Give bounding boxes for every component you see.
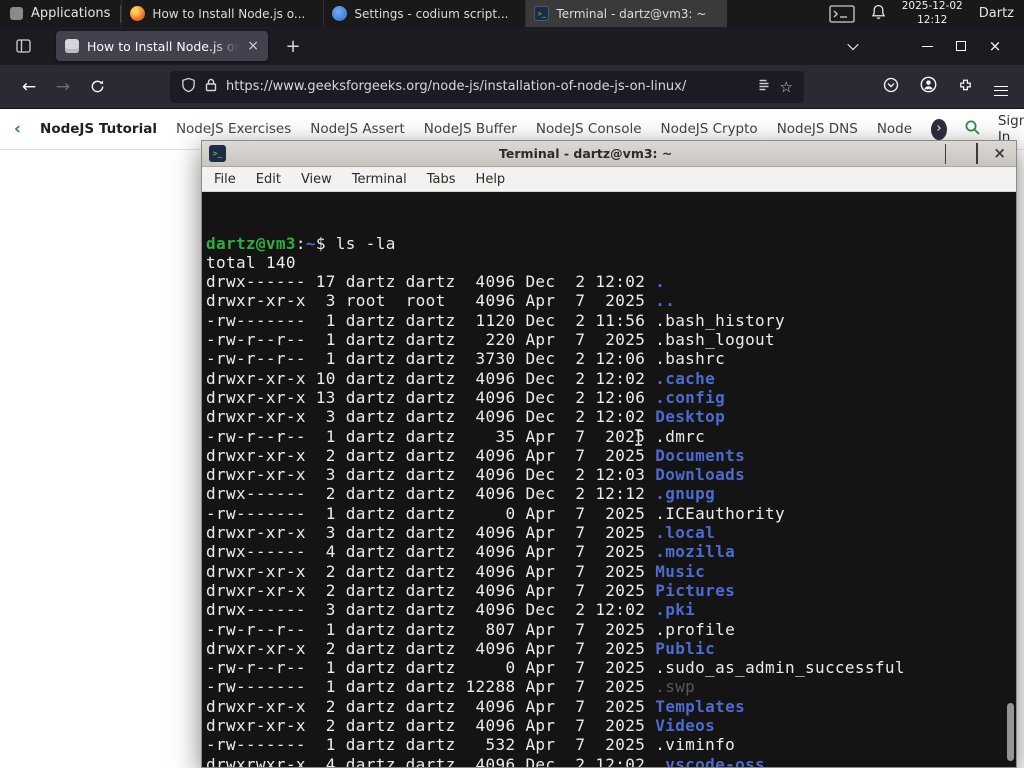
url-text: https://www.geeksforgeeks.org/node-js/in… <box>226 79 687 94</box>
browser-tab[interactable]: How to Install Node.js on × <box>56 31 268 61</box>
terminal-body[interactable]: dartz@vm3:~$ ls -la total 140 drwx------ 1… <box>202 192 1016 767</box>
vscodium-icon <box>332 6 348 21</box>
subnav-item-console[interactable]: NodeJS Console <box>536 121 642 137</box>
firefox-icon <box>130 6 146 21</box>
terminal-shade-button[interactable] <box>945 144 947 164</box>
extensions-icon[interactable] <box>958 77 973 96</box>
mouse-cursor <box>632 428 645 451</box>
desktop-panel: Applications How to Install Node.js o...… <box>0 0 1024 27</box>
menu-terminal[interactable]: Terminal <box>342 172 417 187</box>
navigation-toolbar: ← → https://www.geeksforgeeks.org/node-j… <box>0 65 1024 109</box>
subnav-scroll-left-icon[interactable]: ‹ <box>14 120 21 138</box>
menu-hamburger-icon[interactable] <box>994 86 1008 96</box>
subnav-item-dns[interactable]: NodeJS DNS <box>777 121 858 137</box>
menu-help[interactable]: Help <box>466 172 516 187</box>
panel-clock[interactable]: 2025-12-02 12:12 <box>902 0 963 26</box>
subnav-item-truncated[interactable]: Node <box>877 121 912 137</box>
window-maximize-button[interactable] <box>944 27 978 65</box>
reader-mode-icon[interactable] <box>757 78 771 96</box>
subnav-item-buffer[interactable]: NodeJS Buffer <box>424 121 517 137</box>
terminal-close-button[interactable]: × <box>993 146 1006 161</box>
taskbar-window-title: Settings - codium script... <box>354 6 509 21</box>
subnav-item-exercises[interactable]: NodeJS Exercises <box>176 121 291 137</box>
taskbar-window-terminal[interactable]: >_ Terminal - dartz@vm3: ~ <box>525 0 728 27</box>
applications-menu[interactable]: Applications <box>0 0 120 27</box>
terminal-titlebar[interactable]: >_ Terminal - dartz@vm3: ~ × <box>202 141 1016 167</box>
menu-edit[interactable]: Edit <box>246 172 291 187</box>
taskbar-window-title: How to Install Node.js o... <box>152 6 306 21</box>
subnav-item-tutorial[interactable]: NodeJS Tutorial <box>40 121 157 137</box>
notification-bell-icon[interactable] <box>871 4 886 24</box>
new-tab-button[interactable]: + <box>280 33 306 59</box>
tab-favicon <box>65 39 79 53</box>
window-close-button[interactable]: × <box>978 27 1012 65</box>
menu-file[interactable]: File <box>204 172 246 187</box>
subnav-scroll-right-icon[interactable]: › <box>931 118 947 140</box>
list-all-tabs-icon[interactable] <box>836 27 870 65</box>
menu-view[interactable]: View <box>291 172 342 187</box>
tracking-shield-icon[interactable] <box>181 77 196 97</box>
account-icon[interactable] <box>920 76 937 97</box>
taskbar-window-title: Terminal - dartz@vm3: ~ <box>556 6 707 21</box>
tab-bar: How to Install Node.js on × + × <box>0 27 1024 65</box>
clock-date: 2025-12-02 <box>901 0 963 13</box>
bookmark-star-icon[interactable]: ☆ <box>780 78 793 96</box>
terminal-maximize-button[interactable] <box>976 143 979 164</box>
terminal-titlebar-icon[interactable]: >_ <box>209 145 226 162</box>
lock-icon[interactable] <box>205 78 217 96</box>
taskbar-window-settings[interactable]: Settings - codium script... <box>323 0 525 27</box>
terminal-window: >_ Terminal - dartz@vm3: ~ × File Edit V… <box>201 140 1017 768</box>
tab-close-icon[interactable]: × <box>247 39 259 53</box>
subnav-item-assert[interactable]: NodeJS Assert <box>310 121 405 137</box>
user-menu[interactable]: Dartz <box>979 6 1014 21</box>
menu-tabs[interactable]: Tabs <box>417 172 466 187</box>
url-bar[interactable]: https://www.geeksforgeeks.org/node-js/in… <box>170 70 804 103</box>
firefox-view-icon[interactable] <box>12 33 38 59</box>
taskbar-window-firefox[interactable]: How to Install Node.js o... <box>121 0 323 27</box>
terminal-title: Terminal - dartz@vm3: ~ <box>499 146 673 161</box>
reload-button[interactable] <box>80 71 114 103</box>
clock-time: 12:12 <box>917 13 948 26</box>
site-search-icon[interactable] <box>964 119 981 140</box>
pocket-icon[interactable] <box>883 77 899 97</box>
forward-button[interactable]: → <box>46 71 80 103</box>
applications-label: Applications <box>31 6 111 21</box>
subnav-item-crypto[interactable]: NodeJS Crypto <box>661 121 758 137</box>
terminal-menubar: File Edit View Terminal Tabs Help <box>202 167 1016 192</box>
terminal-scrollbar-thumb[interactable] <box>1007 703 1014 761</box>
systray-display-icon[interactable] <box>829 4 855 23</box>
terminal-icon: >_ <box>534 6 550 21</box>
tab-title: How to Install Node.js on <box>87 38 240 54</box>
terminal-output: dartz@vm3:~$ ls -la total 140 drwx------ 1… <box>206 233 905 767</box>
window-minimize-button[interactable] <box>910 27 944 65</box>
back-button[interactable]: ← <box>12 71 46 103</box>
applications-icon <box>10 7 23 20</box>
